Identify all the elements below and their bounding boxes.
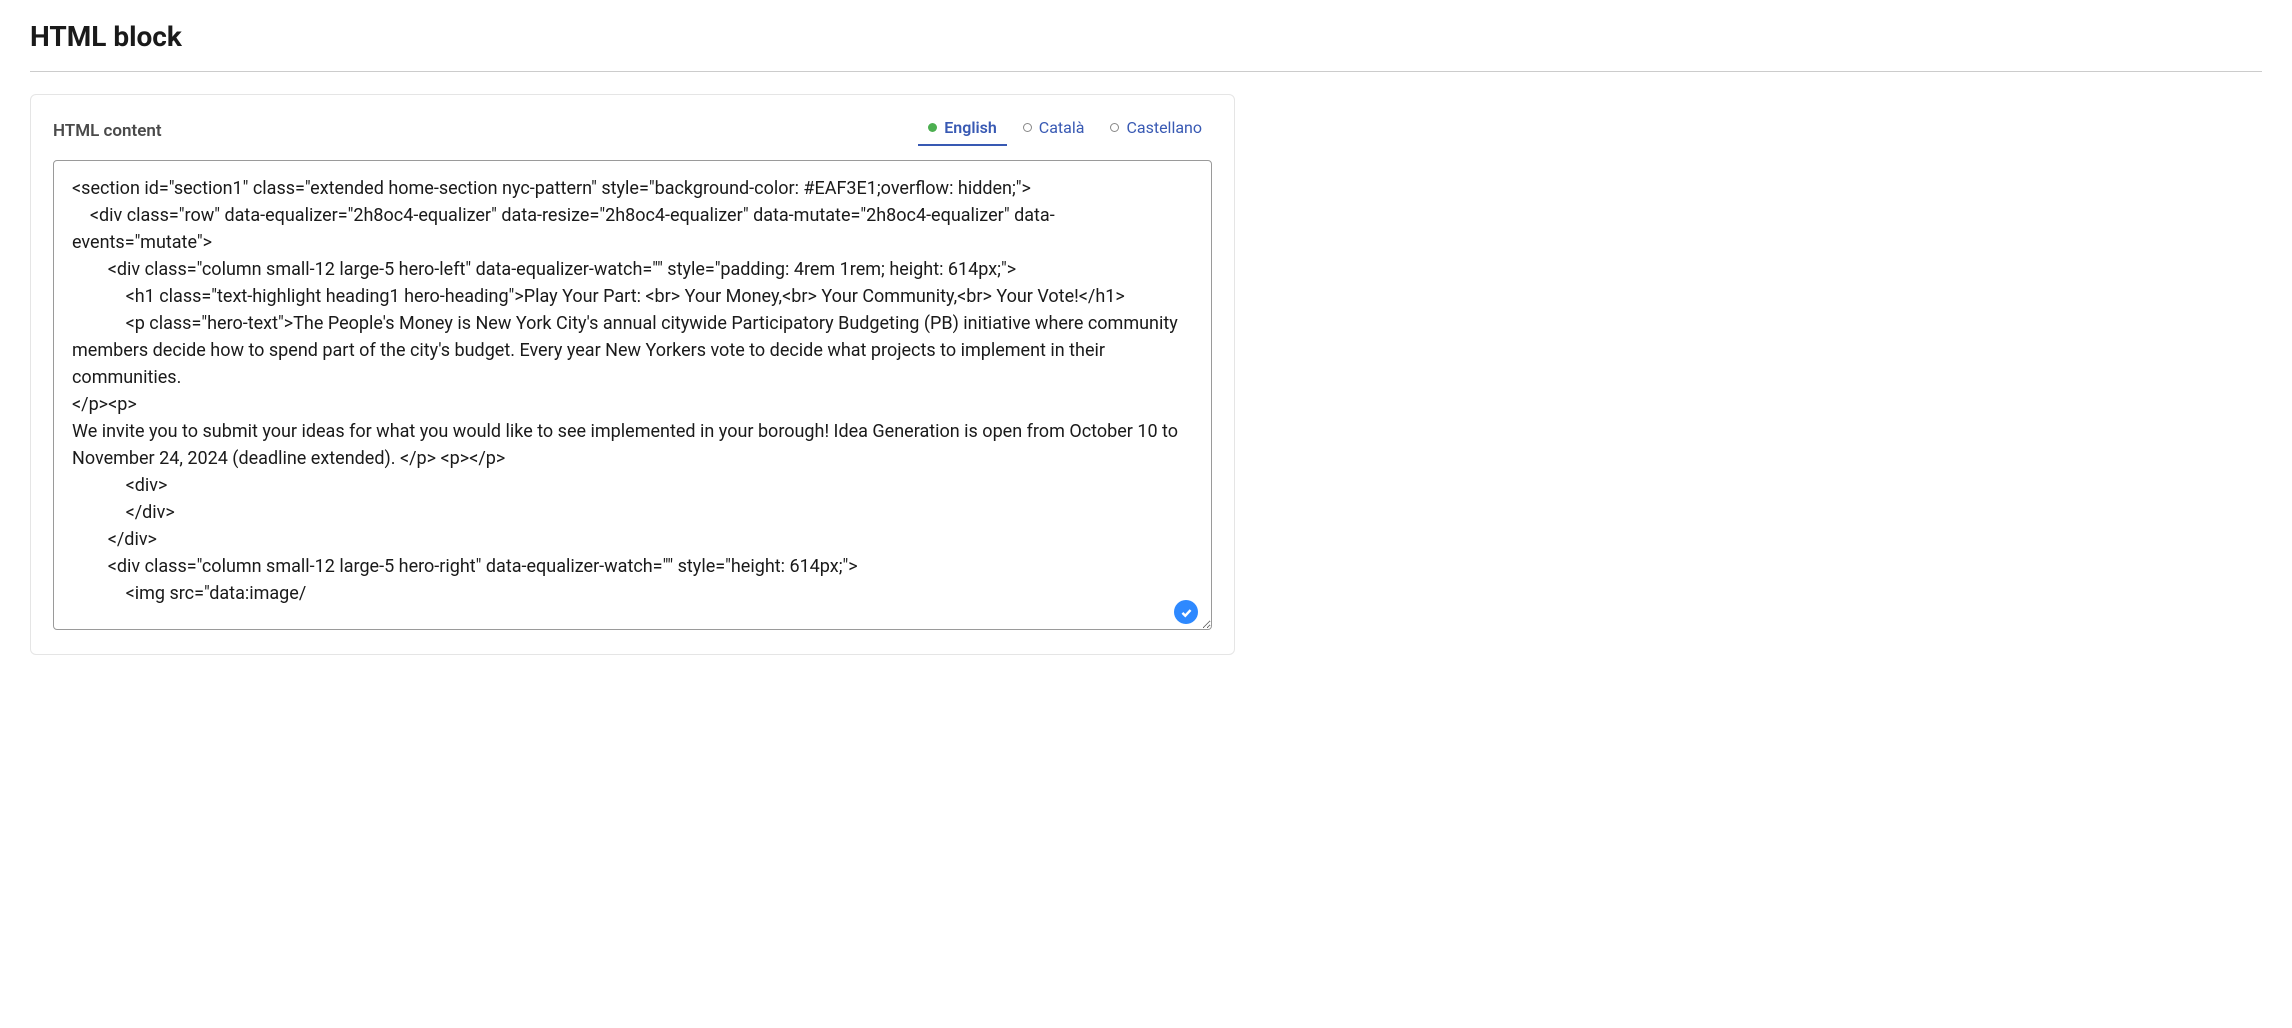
language-tab-castellano[interactable]: Castellano	[1100, 115, 1212, 146]
page-title: HTML block	[30, 20, 2262, 53]
status-dot-icon	[928, 123, 937, 132]
textarea-wrapper	[53, 160, 1212, 634]
language-tab-english[interactable]: English	[918, 115, 1007, 146]
language-tab-label: Català	[1039, 118, 1085, 137]
content-header: HTML content English Català Castellano	[53, 115, 1212, 146]
language-tab-catala[interactable]: Català	[1013, 115, 1095, 146]
validation-check-badge	[1174, 600, 1198, 624]
html-block-card: HTML content English Català Castellano	[30, 94, 1235, 655]
status-dot-icon	[1023, 123, 1032, 132]
language-tab-label: English	[944, 118, 997, 137]
divider	[30, 71, 2262, 72]
content-label: HTML content	[53, 121, 162, 141]
language-tab-label: Castellano	[1126, 118, 1202, 137]
status-dot-icon	[1110, 123, 1119, 132]
language-tabs: English Català Castellano	[918, 115, 1212, 146]
check-icon	[1180, 606, 1193, 619]
html-content-textarea[interactable]	[53, 160, 1212, 630]
